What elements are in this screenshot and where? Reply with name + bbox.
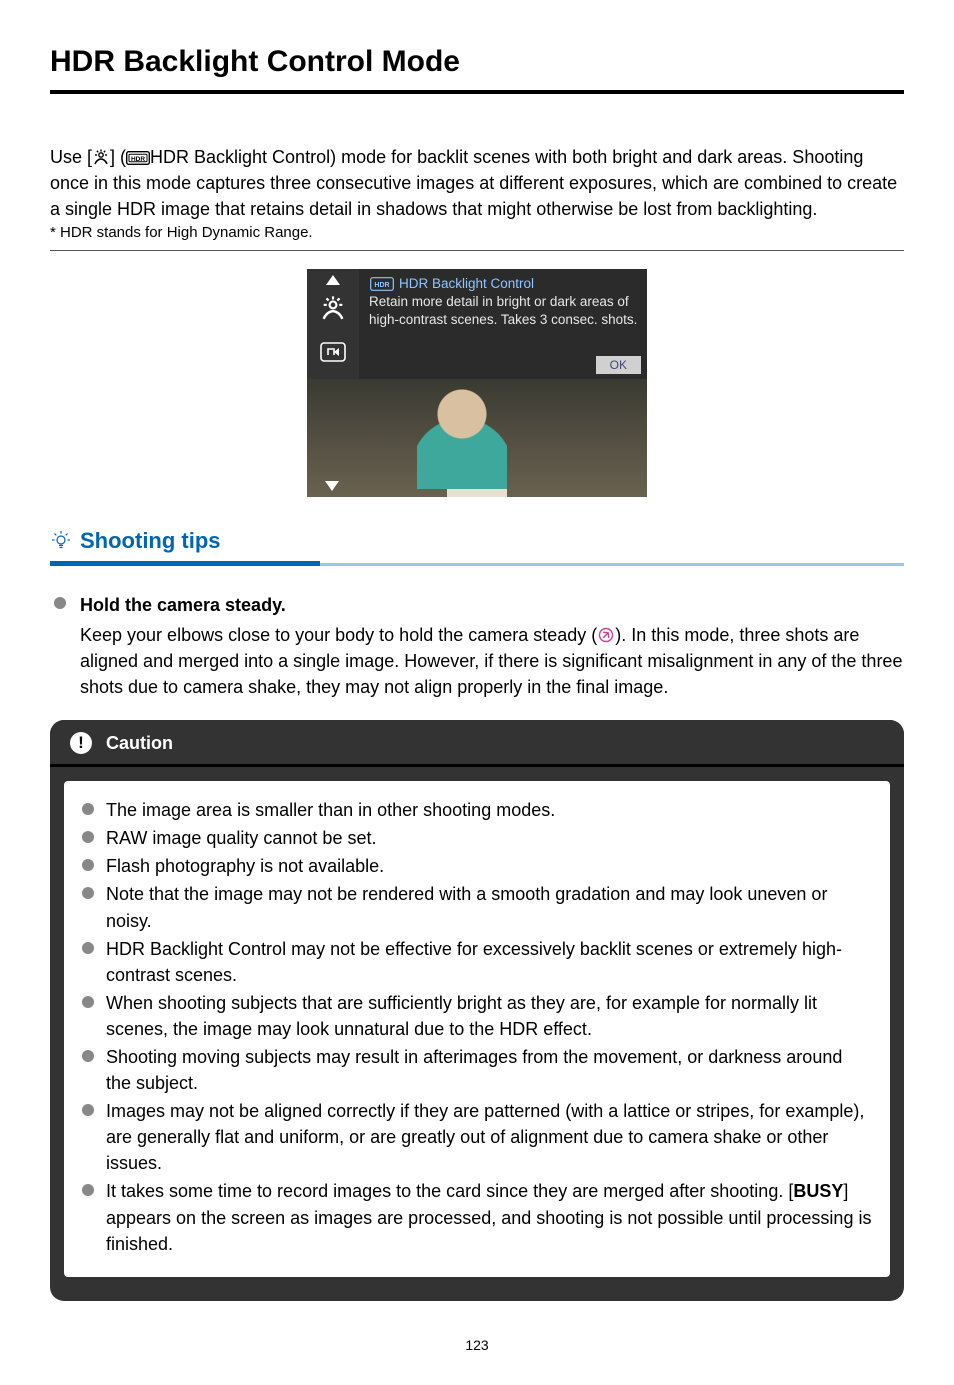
caution-item: It takes some time to record images to t… [82, 1178, 872, 1256]
caution-item: Images may not be aligned correctly if t… [82, 1098, 872, 1176]
caution-text: HDR Backlight Control may not be effecti… [106, 936, 872, 988]
tips-heading-text: Shooting tips [80, 525, 221, 557]
down-arrow-icon [325, 481, 339, 491]
camera-lcd-illustration: HDR HDR Backlight Control Retain more de… [307, 269, 647, 497]
lcd-desc: Retain more detail in bright or dark are… [369, 293, 639, 329]
tip-body-before: Keep your elbows close to your body to h… [80, 625, 597, 645]
backlight-mode-icon [319, 295, 347, 321]
tip-item: Hold the camera steady. [54, 592, 904, 618]
intro-body: HDR Backlight Control) mode for backlit … [50, 147, 897, 219]
caution-body: The image area is smaller than in other … [64, 781, 890, 1277]
caution-text: When shooting subjects that are sufficie… [106, 990, 872, 1042]
caution-text: Shooting moving subjects may result in a… [106, 1044, 872, 1096]
caution-text: Flash photography is not available. [106, 853, 384, 879]
lightbulb-icon [50, 530, 72, 552]
caution-item: When shooting subjects that are sufficie… [82, 990, 872, 1042]
caution-box: ! Caution The image area is smaller than… [50, 720, 904, 1301]
caution-text: Note that the image may not be rendered … [106, 881, 872, 933]
page-title: HDR Backlight Control Mode [50, 40, 904, 94]
bullet-icon [82, 859, 94, 871]
cross-ref-link[interactable] [597, 626, 615, 644]
caution-item: RAW image quality cannot be set. [82, 825, 872, 851]
lcd-left-panel [307, 269, 359, 379]
intro-paragraph: Use [ ] ( HDRHDR Backlight Control) mode f… [50, 144, 904, 222]
caution-last-bold: BUSY [793, 1181, 843, 1201]
caution-text: Images may not be aligned correctly if t… [106, 1098, 872, 1176]
svg-text:HDR: HDR [131, 156, 145, 163]
hdr-badge-icon: HDR [369, 277, 395, 291]
svg-text:HDR: HDR [374, 282, 389, 289]
bullet-icon [82, 1184, 94, 1196]
bullet-icon [82, 831, 94, 843]
intro-prefix: Use [ [50, 147, 92, 167]
bullet-icon [82, 803, 94, 815]
caution-heading: ! Caution [50, 720, 904, 767]
sample-person-placeholder [417, 389, 507, 489]
caution-heading-text: Caution [106, 730, 173, 756]
caution-text: RAW image quality cannot be set. [106, 825, 376, 851]
caution-item: Flash photography is not available. [82, 853, 872, 879]
silent-mode-icon [319, 341, 347, 363]
up-arrow-icon [326, 275, 340, 285]
bullet-icon [82, 887, 94, 899]
intro-mid: ] ( [110, 147, 126, 167]
hdr-badge-icon: HDR [126, 151, 150, 165]
caution-item: The image area is smaller than in other … [82, 797, 872, 823]
caution-text: The image area is smaller than in other … [106, 797, 555, 823]
caution-last-before: It takes some time to record images to t… [106, 1181, 793, 1201]
bullet-icon [82, 1050, 94, 1062]
tip-body: Keep your elbows close to your body to h… [80, 622, 904, 700]
caution-item: Shooting moving subjects may result in a… [82, 1044, 872, 1096]
lcd-ok-button: OK [596, 356, 641, 374]
tips-heading: Shooting tips [50, 525, 320, 563]
caution-icon: ! [70, 732, 92, 754]
intro-footnote: * HDR stands for High Dynamic Range. [50, 224, 904, 246]
bullet-icon [82, 1104, 94, 1116]
caution-item: Note that the image may not be rendered … [82, 881, 872, 933]
divider [50, 250, 904, 251]
bullet-icon [82, 996, 94, 1008]
lcd-title: HDR Backlight Control [399, 275, 534, 293]
caution-item: HDR Backlight Control may not be effecti… [82, 936, 872, 988]
bullet-icon [54, 597, 66, 609]
caution-text: It takes some time to record images to t… [106, 1178, 872, 1256]
bullet-icon [82, 942, 94, 954]
tips-underline [50, 563, 904, 566]
lcd-right-panel: HDR HDR Backlight Control Retain more de… [359, 269, 647, 379]
backlight-mode-icon [92, 149, 110, 165]
lcd-sample-photo [307, 379, 647, 497]
tip-title: Hold the camera steady. [80, 592, 286, 618]
